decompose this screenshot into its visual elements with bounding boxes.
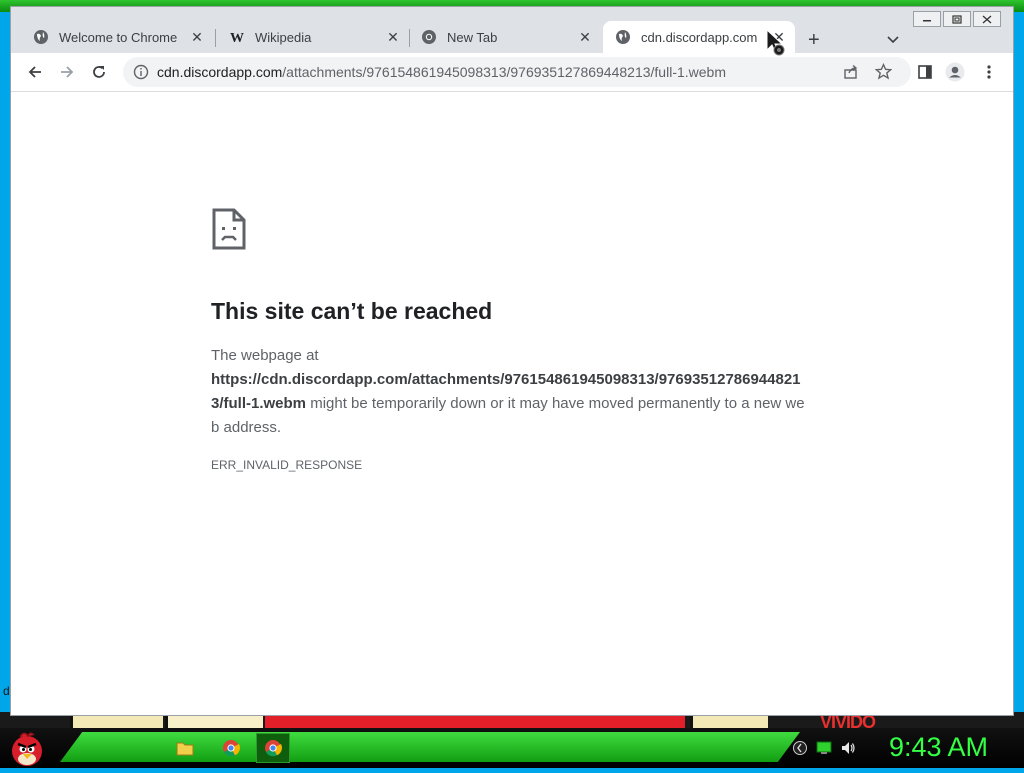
tab-title: cdn.discordapp.com: [641, 29, 758, 45]
url-text: cdn.discordapp.com/attachments/976154861…: [157, 64, 726, 80]
taskbar-clock[interactable]: 9:43 AM: [889, 732, 988, 763]
arrow-left-icon: [28, 66, 41, 78]
taskbar-item-files[interactable]: [168, 733, 202, 763]
chrome-icon: [265, 740, 282, 757]
tab-title: Welcome to Chrome: [59, 29, 178, 45]
chrome-icon: [421, 29, 437, 45]
tab-close-icon[interactable]: ✕: [187, 29, 207, 46]
tab-new-tab[interactable]: New Tab ✕: [409, 21, 601, 53]
chrome-icon: [223, 740, 240, 757]
tab-wikipedia[interactable]: W Wikipedia ✕: [217, 21, 409, 53]
error-code: ERR_INVALID_RESPONSE: [211, 458, 363, 472]
globe-icon: [33, 29, 49, 45]
reload-button[interactable]: [89, 62, 109, 82]
avatar-icon: [945, 62, 965, 82]
error-desc-prefix: The webpage at: [211, 347, 319, 364]
error-description: The webpage at https://cdn.discordapp.co…: [211, 344, 811, 440]
error-title: This site can’t be reached: [211, 298, 493, 324]
share-icon[interactable]: [843, 64, 859, 80]
tab-close-icon[interactable]: ✕: [575, 29, 595, 46]
chevron-down-icon: [887, 36, 899, 44]
profile-button[interactable]: [945, 62, 965, 82]
new-tab-button[interactable]: +: [808, 29, 820, 52]
system-tray: 9:43 AM: [790, 728, 1024, 768]
back-button[interactable]: [25, 62, 45, 82]
url-path: /attachments/976154861945098313/97693512…: [282, 64, 726, 80]
arrow-right-icon: [61, 66, 74, 78]
browser-window: Welcome to Chrome ✕ W Wikipedia ✕ New Ta…: [10, 6, 1014, 716]
menu-button[interactable]: [979, 62, 999, 82]
mouse-cursor-icon: [765, 28, 791, 63]
network-icon[interactable]: [816, 740, 832, 756]
info-icon[interactable]: [133, 64, 149, 80]
reload-icon: [93, 66, 105, 78]
kebab-menu-icon: [987, 65, 991, 79]
forward-button[interactable]: [57, 62, 77, 82]
wikipedia-icon: W: [229, 29, 245, 45]
side-panel-icon: [918, 65, 932, 79]
tab-strip: Welcome to Chrome ✕ W Wikipedia ✕ New Ta…: [11, 19, 1013, 53]
tray-app-icon[interactable]: [792, 740, 808, 756]
tab-title: New Tab: [447, 29, 498, 45]
file-manager-icon: [176, 742, 194, 756]
angry-bird-icon: [12, 732, 42, 766]
tab-close-icon[interactable]: ✕: [383, 29, 403, 46]
taskbar-item-chrome[interactable]: [214, 733, 248, 763]
start-button[interactable]: [8, 730, 48, 766]
tab-search-button[interactable]: [887, 31, 899, 49]
globe-icon: [615, 29, 631, 45]
desktop-stray-text: d: [3, 684, 10, 698]
tab-title: Wikipedia: [255, 29, 312, 45]
taskbar-item-chrome-active[interactable]: [256, 733, 290, 763]
url-host: cdn.discordapp.com: [157, 64, 283, 80]
volume-icon[interactable]: [840, 740, 856, 756]
taskbar: 9:43 AM: [0, 728, 1024, 768]
error-page: This site can’t be reached The webpage a…: [11, 92, 1013, 715]
browser-toolbar: cdn.discordapp.com/attachments/976154861…: [11, 53, 1013, 92]
bookmark-star-icon[interactable]: [875, 63, 892, 80]
address-bar[interactable]: cdn.discordapp.com/attachments/976154861…: [123, 57, 911, 87]
side-panel-button[interactable]: [915, 62, 935, 82]
sad-document-icon: [211, 207, 247, 256]
svg-text:W: W: [230, 31, 244, 45]
tab-welcome[interactable]: Welcome to Chrome ✕: [21, 21, 213, 53]
